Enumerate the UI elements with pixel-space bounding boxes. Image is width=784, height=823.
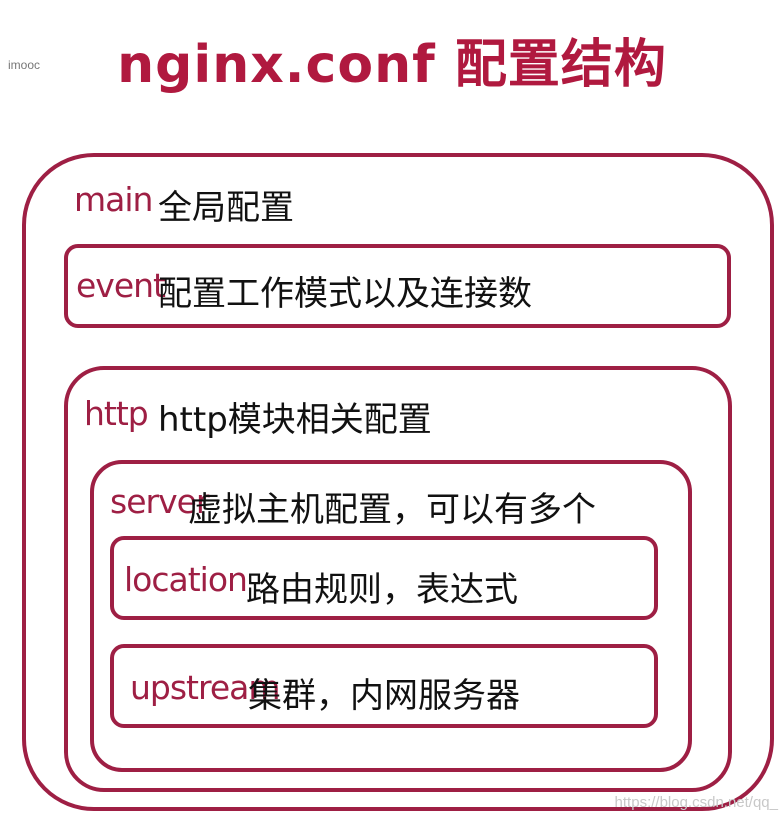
- http-key: http: [84, 394, 149, 433]
- location-key: location: [124, 560, 248, 599]
- main-desc: 全局配置: [158, 188, 294, 228]
- event-key: event: [76, 266, 166, 305]
- location-desc: 路由规则，表达式: [246, 570, 518, 610]
- event-desc: 配置工作模式以及连接数: [158, 274, 532, 314]
- http-desc: http模块相关配置: [158, 400, 432, 440]
- main-key: main: [74, 180, 153, 219]
- server-desc: 虚拟主机配置，可以有多个: [188, 490, 596, 530]
- watermark-url: https://blog.csdn.net/qq_: [614, 794, 778, 811]
- upstream-desc: 集群，内网服务器: [248, 676, 520, 716]
- page-title: nginx.conf 配置结构: [117, 35, 667, 95]
